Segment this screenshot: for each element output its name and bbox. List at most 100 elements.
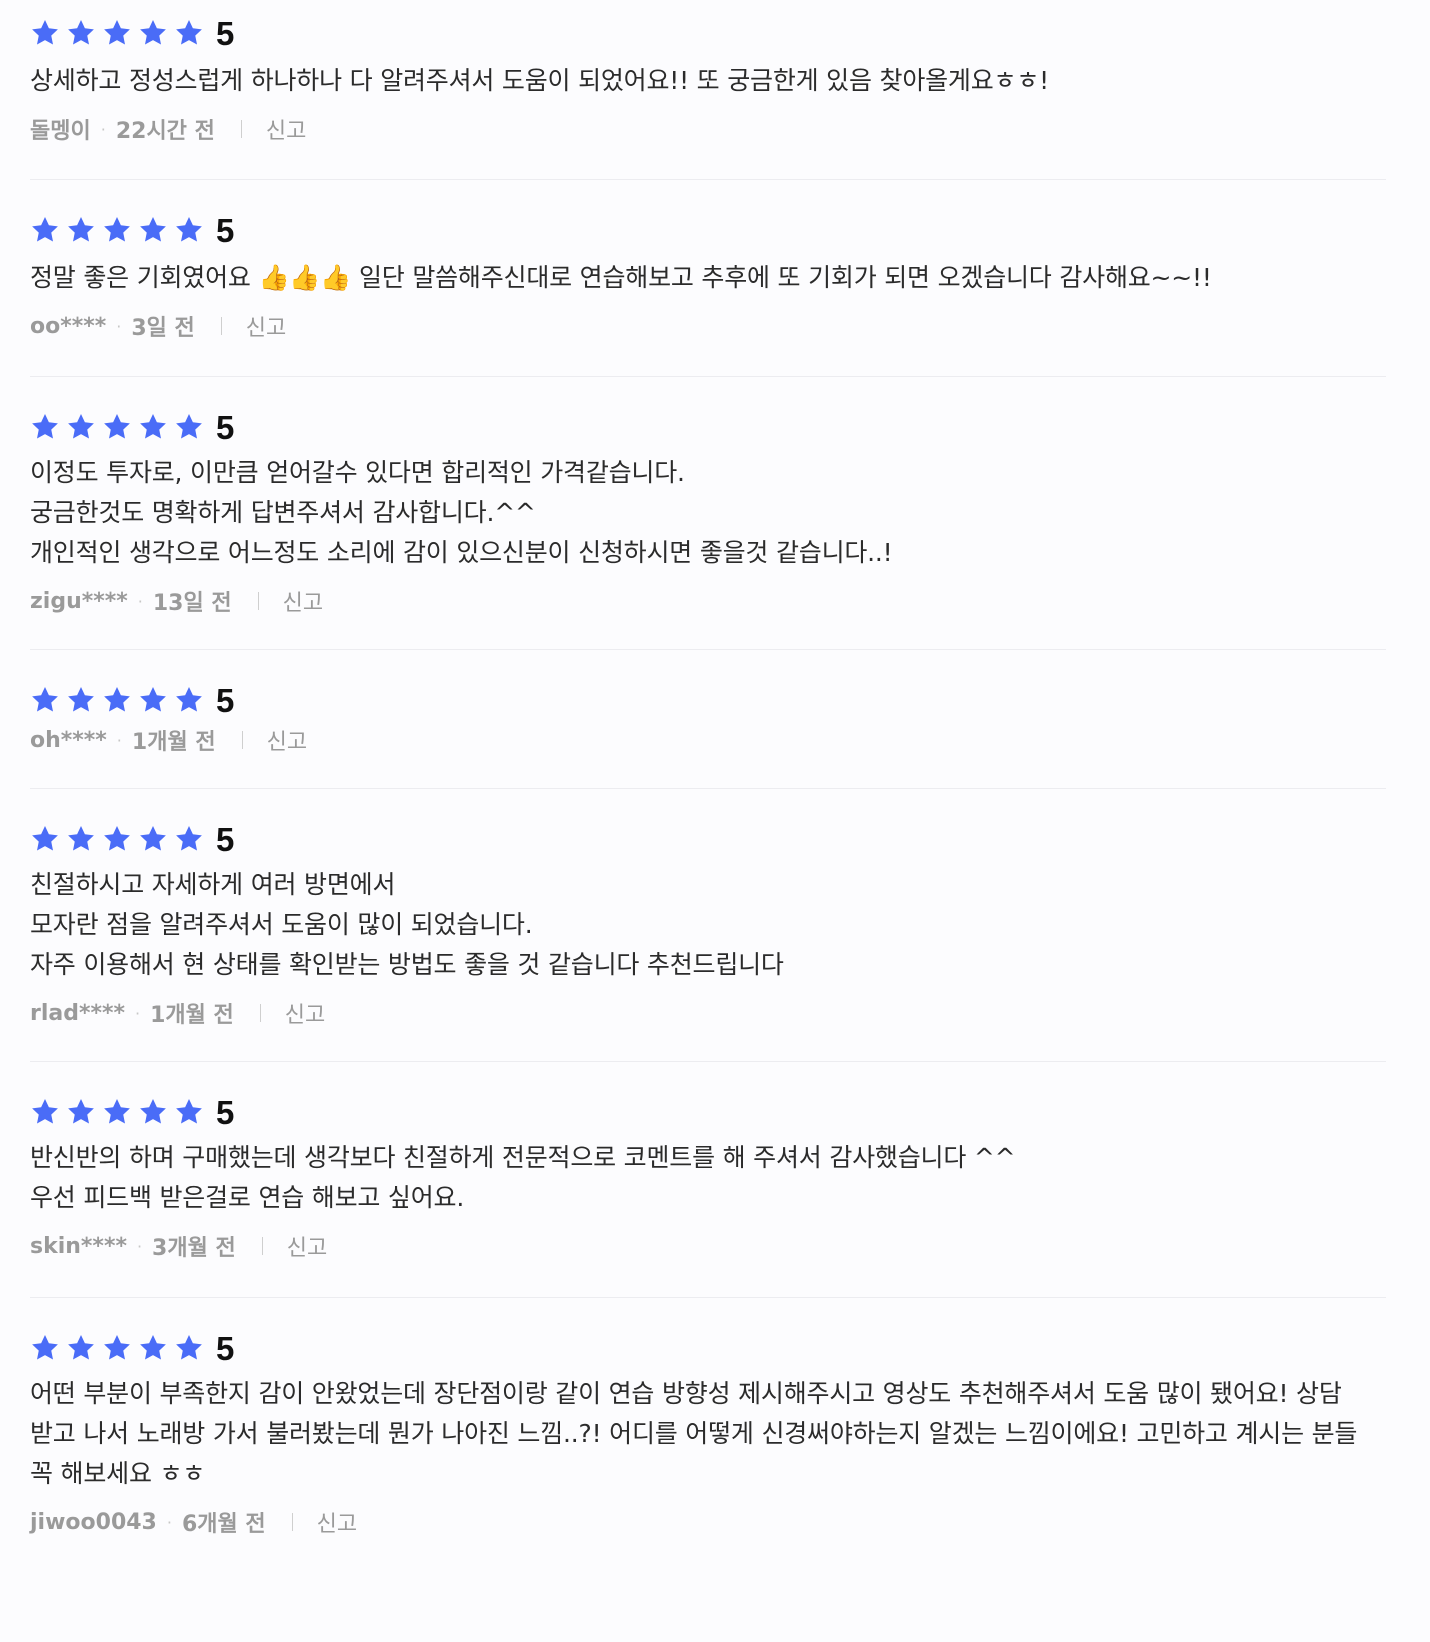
- review-meta: skin**** · 3개월 전 신고: [30, 1228, 1386, 1264]
- review-meta: rlad**** · 1개월 전 신고: [30, 995, 1386, 1031]
- reviewer-name: rlad****: [30, 1000, 126, 1026]
- meta-dot: ·: [166, 1512, 172, 1532]
- meta-separator: [257, 592, 259, 610]
- report-link[interactable]: 신고: [266, 113, 306, 145]
- review-item: 5 정말 좋은 기회였어요 👍👍👍 일단 말씀해주신대로 연습해보고 추후에 또…: [30, 210, 1386, 344]
- star-rating: [30, 1333, 204, 1363]
- meta-separator: [291, 1513, 293, 1531]
- reviewer-name: 돌멩이: [30, 119, 91, 144]
- star-rating: [30, 412, 204, 442]
- star-icon: [138, 824, 168, 854]
- rating-row: 5: [30, 1328, 1386, 1368]
- star-icon: [138, 18, 168, 48]
- star-icon: [138, 215, 168, 245]
- star-icon: [138, 412, 168, 442]
- star-icon: [102, 1333, 132, 1363]
- star-icon: [174, 412, 204, 442]
- review-item: 5 어떤 부분이 부족한지 감이 안왔었는데 장단점이랑 같이 연습 방향성 제…: [30, 1328, 1386, 1540]
- star-icon: [30, 1097, 60, 1127]
- star-icon: [66, 685, 96, 715]
- report-link[interactable]: 신고: [285, 997, 325, 1029]
- star-icon: [174, 1097, 204, 1127]
- meta-dot: ·: [100, 119, 106, 139]
- meta-separator: [220, 317, 222, 335]
- review-divider: [30, 1061, 1386, 1062]
- star-icon: [102, 824, 132, 854]
- star-icon: [174, 824, 204, 854]
- review-text: 반신반의 하며 구매했는데 생각보다 친절하게 전문적으로 코멘트를 해 주셔서…: [30, 1143, 1016, 1212]
- star-icon: [174, 215, 204, 245]
- review-text: 정말 좋은 기회였어요 👍👍👍 일단 말씀해주신대로 연습해보고 추후에 또 기…: [30, 263, 1212, 292]
- star-rating: [30, 18, 204, 48]
- star-icon: [174, 18, 204, 48]
- rating-row: 5: [30, 819, 1386, 859]
- meta-dot: ·: [116, 316, 122, 336]
- star-rating: [30, 824, 204, 854]
- rating-score: 5: [216, 820, 235, 858]
- report-link[interactable]: 신고: [283, 585, 323, 617]
- star-icon: [66, 412, 96, 442]
- star-rating: [30, 1097, 204, 1127]
- reviewer-name: oo****: [30, 313, 107, 339]
- review-time: 3개월 전: [152, 1236, 236, 1261]
- star-icon: [30, 18, 60, 48]
- report-link[interactable]: 신고: [246, 310, 286, 342]
- review-divider: [30, 179, 1386, 180]
- meta-dot: ·: [116, 730, 122, 750]
- star-icon: [102, 215, 132, 245]
- review-meta: jiwoo0043 · 6개월 전 신고: [30, 1504, 1386, 1540]
- report-link[interactable]: 신고: [267, 724, 307, 756]
- review-item: 5 oh**** · 1개월 전 신고: [30, 680, 1386, 758]
- star-icon: [30, 1333, 60, 1363]
- review-divider: [30, 376, 1386, 377]
- meta-separator: [240, 120, 242, 138]
- report-link[interactable]: 신고: [287, 1230, 327, 1262]
- star-icon: [138, 1097, 168, 1127]
- review-list: 5 상세하고 정성스럽게 하나하나 다 알려주셔서 도움이 되었어요!! 또 궁…: [0, 0, 1430, 1642]
- rating-score: 5: [216, 1329, 235, 1367]
- meta-dot: ·: [135, 1003, 141, 1023]
- rating-row: 5: [30, 13, 1386, 53]
- review-time: 1개월 전: [150, 1003, 234, 1028]
- review-meta: oh**** · 1개월 전 신고: [30, 722, 1386, 758]
- rating-score: 5: [216, 408, 235, 446]
- star-icon: [102, 1097, 132, 1127]
- reviewer-name: oh****: [30, 727, 107, 753]
- reviewer-name: zigu****: [30, 588, 128, 614]
- rating-row: 5: [30, 1092, 1386, 1132]
- reviewer-name: skin****: [30, 1233, 127, 1259]
- review-item: 5 친절하시고 자세하게 여러 방면에서 모자란 점을 알려주셔서 도움이 많이…: [30, 819, 1386, 1031]
- meta-dot: ·: [136, 1236, 143, 1256]
- star-icon: [30, 824, 60, 854]
- rating-score: 5: [216, 14, 235, 52]
- star-icon: [30, 412, 60, 442]
- rating-row: 5: [30, 210, 1386, 250]
- star-icon: [66, 824, 96, 854]
- star-icon: [30, 685, 60, 715]
- reviewer-name: jiwoo0043: [30, 1509, 157, 1535]
- star-icon: [138, 1333, 168, 1363]
- star-icon: [138, 685, 168, 715]
- rating-score: 5: [216, 681, 235, 719]
- review-time: 13일 전: [152, 591, 232, 616]
- meta-separator: [241, 731, 243, 749]
- review-meta: oo**** · 3일 전 신고: [30, 308, 1386, 344]
- rating-score: 5: [216, 1093, 235, 1131]
- star-icon: [66, 1333, 96, 1363]
- review-item: 5 이정도 투자로, 이만큼 얻어갈수 있다면 합리적인 가격같습니다. 궁금한…: [30, 407, 1386, 619]
- review-meta: 돌멩이 · 22시간 전 신고: [30, 111, 1386, 147]
- review-text: 상세하고 정성스럽게 하나하나 다 알려주셔서 도움이 되었어요!! 또 궁금한…: [30, 66, 1049, 95]
- star-icon: [66, 18, 96, 48]
- report-link[interactable]: 신고: [317, 1506, 357, 1538]
- star-icon: [102, 685, 132, 715]
- star-icon: [102, 412, 132, 442]
- review-item: 5 반신반의 하며 구매했는데 생각보다 친절하게 전문적으로 코멘트를 해 주…: [30, 1092, 1386, 1264]
- review-time: 3일 전: [131, 316, 195, 341]
- review-divider: [30, 649, 1386, 650]
- star-rating: [30, 215, 204, 245]
- review-time: 22시간 전: [115, 119, 215, 144]
- star-icon: [30, 215, 60, 245]
- star-icon: [66, 215, 96, 245]
- review-text: 친절하시고 자세하게 여러 방면에서 모자란 점을 알려주셔서 도움이 많이 되…: [30, 870, 784, 979]
- star-rating: [30, 685, 204, 715]
